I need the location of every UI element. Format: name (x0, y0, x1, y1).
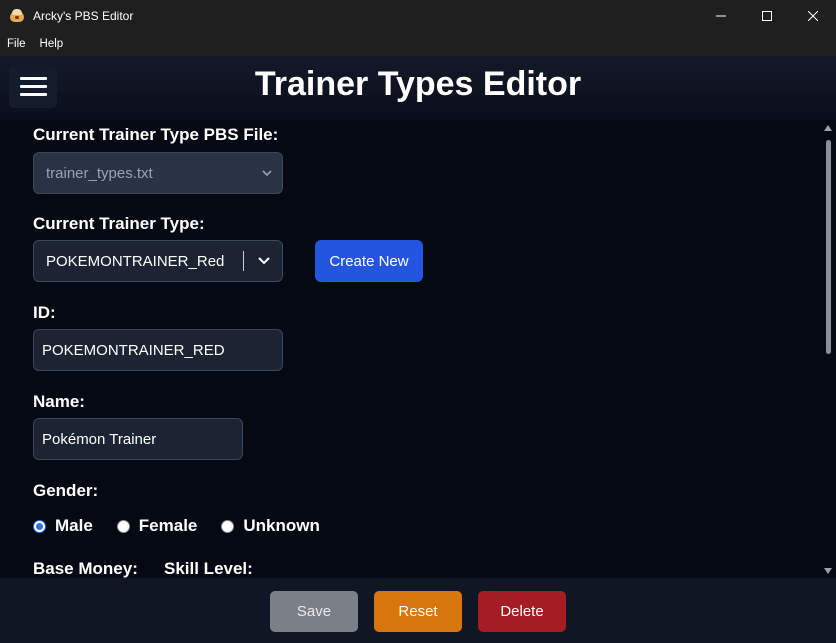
reset-button[interactable]: Reset (374, 591, 462, 632)
scroll-up-arrow-icon[interactable] (824, 125, 832, 131)
scroll-thumb[interactable] (826, 140, 831, 354)
window-title: Arcky's PBS Editor (33, 9, 134, 23)
close-icon[interactable] (790, 0, 836, 32)
id-label: ID: (33, 303, 56, 322)
menu-file[interactable]: File (0, 32, 33, 56)
create-new-button[interactable]: Create New (315, 240, 423, 282)
app-logo-icon (9, 8, 25, 24)
radio-unknown[interactable] (221, 519, 235, 533)
base-money-label: Base Money: (33, 559, 138, 578)
maximize-icon[interactable] (744, 0, 790, 32)
action-footer: Save Reset Delete (0, 578, 836, 643)
radio-male[interactable] (33, 519, 46, 533)
save-button[interactable]: Save (270, 591, 358, 632)
menu-bar: File Help (0, 32, 836, 56)
scroll-down-arrow-icon[interactable] (824, 568, 832, 574)
trainer-type-value: POKEMONTRAINER_Red (46, 252, 225, 270)
gender-option-label: Female (138, 516, 198, 535)
form-content: Current Trainer Type PBS File: trainer_t… (0, 120, 836, 578)
chevron-down-icon[interactable] (258, 256, 270, 266)
radio-female[interactable] (116, 519, 130, 533)
name-value: Pokémon Trainer (42, 430, 157, 448)
id-input[interactable]: POKEMONTRAINER_RED (33, 329, 283, 371)
vertical-scrollbar[interactable] (820, 120, 836, 578)
menu-help[interactable]: Help (33, 32, 71, 56)
combobox-separator (243, 251, 244, 271)
name-input[interactable]: Pokémon Trainer (33, 418, 243, 460)
gender-option-label: Unknown (243, 516, 320, 535)
gender-option-unknown[interactable]: Unknown (221, 516, 320, 536)
delete-button[interactable]: Delete (478, 591, 566, 632)
gender-option-label: Male (55, 516, 93, 535)
trainer-type-label: Current Trainer Type: (33, 214, 205, 233)
gender-option-male[interactable]: Male (33, 516, 93, 536)
id-value: POKEMONTRAINER_RED (42, 341, 225, 359)
pbs-file-label: Current Trainer Type PBS File: (33, 125, 279, 144)
gender-radio-group: Male Female Unknown (33, 516, 344, 536)
chevron-down-icon (262, 170, 272, 177)
pbs-file-select[interactable]: trainer_types.txt (33, 152, 283, 194)
window-titlebar: Arcky's PBS Editor (0, 0, 836, 32)
skill-level-label: Skill Level: (164, 559, 253, 578)
window-controls (698, 0, 836, 32)
gender-option-female[interactable]: Female (116, 516, 198, 536)
minimize-icon[interactable] (698, 0, 744, 32)
gender-label: Gender: (33, 481, 99, 500)
page-header: Trainer Types Editor (0, 56, 836, 120)
trainer-type-combobox[interactable]: POKEMONTRAINER_Red (33, 240, 283, 282)
page-title: Trainer Types Editor (254, 65, 582, 103)
name-label: Name: (33, 392, 85, 411)
pbs-file-value: trainer_types.txt (46, 164, 153, 182)
